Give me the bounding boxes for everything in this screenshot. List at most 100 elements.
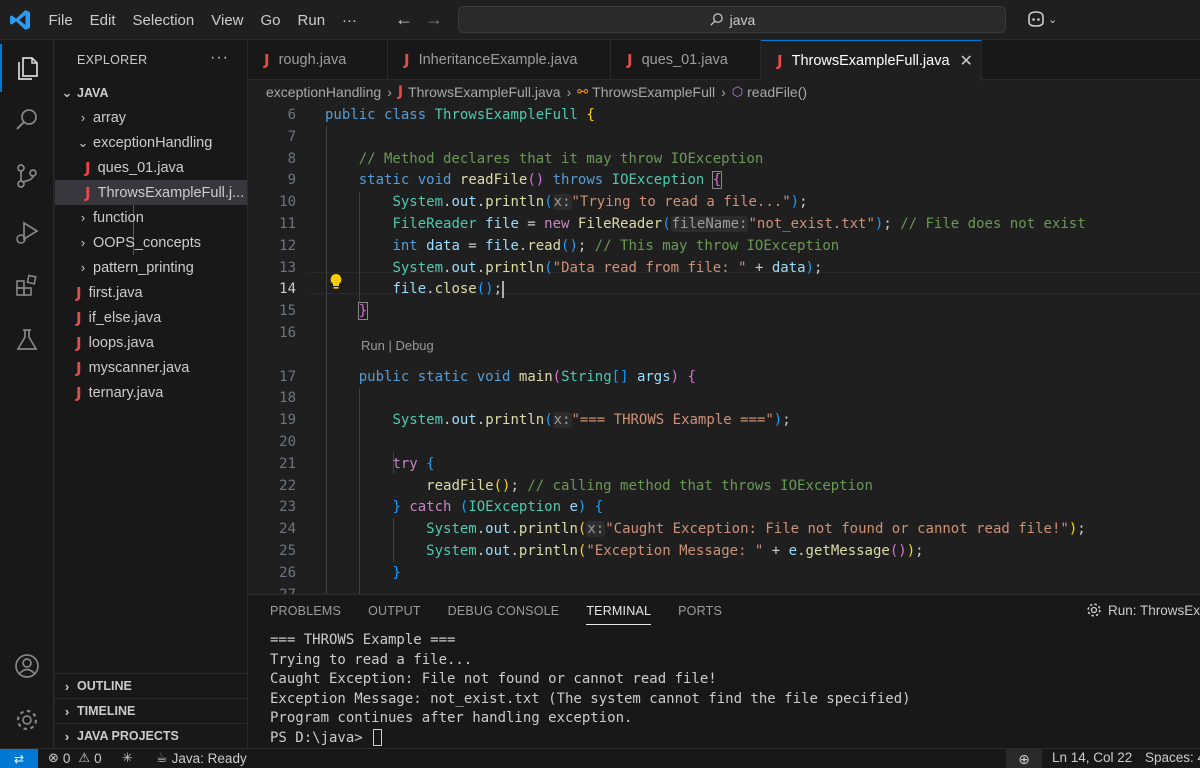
menu-run[interactable]: Run (289, 12, 334, 29)
problems-status[interactable]: ⊗ 0 ⚠ 0 (48, 750, 102, 766)
tab-problems[interactable]: PROBLEMS (270, 598, 341, 624)
menu-selection[interactable]: Selection (124, 12, 203, 29)
tree-folder-array[interactable]: › array (55, 105, 247, 130)
code-line[interactable]: 27 (248, 584, 1200, 594)
more-actions-icon[interactable]: ··· (210, 49, 229, 67)
tree-folder-oops-concepts[interactable]: › OOPS_concepts (55, 230, 247, 255)
code-line[interactable]: 10 System.out.println(x:"Trying to read … (248, 191, 1200, 213)
code-line[interactable]: 19 System.out.println(x:"=== THROWS Exam… (248, 409, 1200, 431)
text-cursor (502, 280, 505, 298)
code-line[interactable]: 13 System.out.println("Data read from fi… (248, 257, 1200, 279)
tree-file-ternary[interactable]: J ternary.java (55, 380, 247, 405)
code-line[interactable]: 20 (248, 431, 1200, 453)
code-line[interactable]: 9 static void readFile() throws IOExcept… (248, 169, 1200, 191)
breadcrumb-method[interactable]: readFile() (747, 84, 807, 100)
code-line[interactable]: 7 (248, 126, 1200, 148)
code-line[interactable]: 23 } catch (IOException e) { (248, 496, 1200, 518)
terminal-line: === THROWS Example === (270, 632, 456, 648)
tab-rough-java[interactable]: J rough.java (248, 40, 388, 80)
close-icon[interactable]: ✕ (960, 51, 973, 71)
code-line[interactable]: 11 FileReader file = new FileReader(file… (248, 213, 1200, 235)
line-number: 6 (287, 107, 296, 123)
breadcrumb-file[interactable]: ThrowsExampleFull.java (408, 84, 561, 100)
code-line[interactable]: 17 public static void main(String[] args… (248, 366, 1200, 388)
tree-file-myscanner[interactable]: J myscanner.java (55, 355, 247, 380)
search-button[interactable] (0, 96, 54, 144)
code-line[interactable]: 26 } (248, 562, 1200, 584)
menu-edit[interactable]: Edit (81, 12, 124, 29)
code-line[interactable]: 24 System.out.println(x:"Caught Exceptio… (248, 518, 1200, 540)
tree-file-first[interactable]: J first.java (55, 280, 247, 305)
menu-go[interactable]: Go (252, 12, 289, 29)
tree-item-label: OOPS_concepts (93, 234, 201, 251)
explorer-button[interactable] (0, 44, 54, 92)
tree-file-ques-01[interactable]: J ques_01.java (55, 155, 247, 180)
code-line[interactable]: 18 (248, 387, 1200, 409)
outline-section[interactable]: › OUTLINE (55, 673, 247, 698)
command-center-search[interactable]: java (458, 6, 1006, 33)
breadcrumb-class[interactable]: ThrowsExampleFull (592, 84, 715, 100)
code-line[interactable]: 16 (248, 322, 1200, 344)
tab-debug-console[interactable]: DEBUG CONSOLE (448, 598, 560, 624)
zoom-button[interactable]: ⊕ (1006, 749, 1042, 768)
tab-label: ques_01.java (641, 52, 728, 68)
tab-inheritanceexample-java[interactable]: J InheritanceExample.java (388, 40, 611, 80)
terminal-output[interactable]: === THROWS Example === Trying to read a … (270, 631, 911, 748)
code-line[interactable]: 15 } (248, 300, 1200, 322)
activity-bar (0, 40, 54, 748)
breadcrumb: exceptionHandling › J ThrowsExampleFull.… (248, 80, 1200, 104)
tab-terminal[interactable]: TERMINAL (586, 598, 652, 625)
tree-file-throwsexamplefull[interactable]: J ThrowsExampleFull.j... (55, 180, 247, 205)
code-editor[interactable]: Run | Debug 6 public class ThrowsExampleF… (248, 104, 1200, 594)
code-line[interactable]: 12 int data = file.read(); // This may t… (248, 235, 1200, 257)
cursor-position[interactable]: Ln 14, Col 22 (1052, 750, 1132, 765)
ports-status[interactable]: ✳ (122, 750, 133, 766)
java-projects-section[interactable]: › JAVA PROJECTS (55, 723, 247, 748)
forward-arrow-icon[interactable]: → (424, 9, 444, 30)
tab-ques-01-java[interactable]: J ques_01.java (611, 40, 761, 80)
tab-throwsexamplefull-java[interactable]: J ThrowsExampleFull.java ✕ (761, 40, 982, 81)
back-arrow-icon[interactable]: ← (394, 9, 414, 30)
manage-button[interactable] (0, 696, 54, 744)
tree-file-loops[interactable]: J loops.java (55, 330, 247, 355)
extensions-button[interactable] (0, 262, 54, 310)
tree-folder-pattern-printing[interactable]: › pattern_printing (55, 255, 247, 280)
tree-file-if-else[interactable]: J if_else.java (55, 305, 247, 330)
broadcast-icon: ✳ (122, 750, 133, 765)
code-line[interactable]: 14 file.close(); (248, 278, 1200, 300)
remote-button[interactable]: ⇄ (0, 749, 38, 768)
code-token: readFile (426, 478, 494, 494)
timeline-section[interactable]: › TIMELINE (55, 698, 247, 723)
menu-view[interactable]: View (203, 12, 252, 29)
code-token: data (426, 238, 460, 254)
workspace-root[interactable]: ⌄ JAVA (55, 80, 247, 105)
vscode-logo-icon[interactable] (8, 8, 32, 32)
source-control-button[interactable] (0, 152, 54, 200)
menu-file[interactable]: File (40, 12, 81, 29)
status-bar: ⇄ ⊗ 0 ⚠ 0 ✳ ☕ Java: Ready ⊕ Ln 14, Col 2… (0, 748, 1200, 768)
code-line[interactable]: 21 try { (248, 453, 1200, 475)
code-line[interactable]: 6 public class ThrowsExampleFull { (248, 104, 1200, 126)
testing-button[interactable] (0, 316, 54, 364)
tab-output[interactable]: OUTPUT (368, 598, 421, 624)
tree-folder-function[interactable]: › function (55, 205, 247, 230)
code-token: int (392, 238, 427, 254)
code-line[interactable]: 22 readFile(); // calling method that th… (248, 475, 1200, 497)
java-status[interactable]: ☕ Java: Ready (156, 750, 247, 766)
copilot-button[interactable]: ⌄ (1026, 10, 1057, 28)
code-text: FileReader file = new FileReader(fileNam… (325, 213, 1086, 235)
run-task-button[interactable]: Run: ThrowsExan (1086, 602, 1200, 618)
tab-ports[interactable]: PORTS (678, 598, 722, 624)
accounts-button[interactable] (0, 642, 54, 690)
menu-more[interactable]: ··· (334, 12, 366, 29)
code-line[interactable]: 25 System.out.println("Exception Message… (248, 540, 1200, 562)
tree-folder-exceptionhandling[interactable]: ⌄ exceptionHandling (55, 130, 247, 155)
code-line[interactable]: 8 // Method declares that it may throw I… (248, 148, 1200, 170)
run-debug-button[interactable] (0, 208, 54, 256)
indentation-status[interactable]: Spaces: 4 (1145, 750, 1200, 765)
breadcrumb-folder[interactable]: exceptionHandling (266, 84, 381, 100)
code-text: System.out.println("Data read from file:… (325, 257, 822, 279)
chevron-right-icon: › (566, 84, 572, 100)
terminal-prompt-line[interactable]: PS D:\java> (270, 729, 911, 748)
